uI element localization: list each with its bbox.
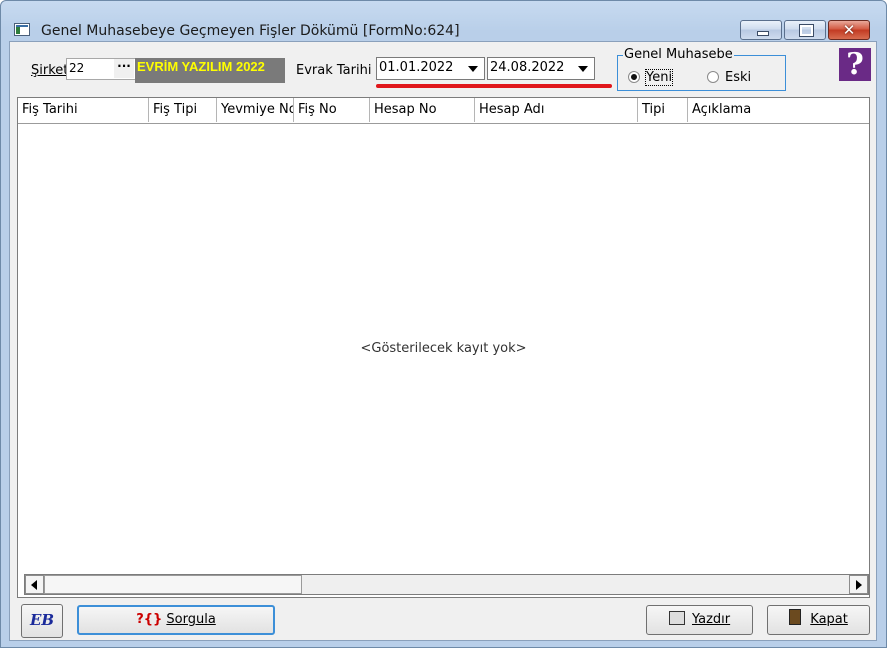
minimize-icon bbox=[741, 21, 781, 39]
scroll-left-icon[interactable] bbox=[25, 575, 44, 594]
company-lookup-button[interactable]: ··· bbox=[114, 59, 134, 78]
radio-old[interactable] bbox=[707, 71, 719, 83]
scroll-thumb[interactable] bbox=[44, 575, 302, 594]
print-button[interactable]: Yazdır bbox=[646, 605, 753, 635]
print-button-label: Yazdır bbox=[691, 612, 731, 627]
ledger-group-title: Genel Muhasebe bbox=[623, 47, 734, 62]
exit-door-icon bbox=[789, 609, 802, 625]
date-label: Evrak Tarihi bbox=[296, 63, 372, 78]
column-header-fis-tipi[interactable]: Fiş Tipi bbox=[149, 98, 217, 122]
company-name-display: EVRİM YAZILIM 2022 bbox=[135, 58, 285, 83]
form-client-area: Şirket 22 ··· EVRİM YAZILIM 2022 Evrak T… bbox=[9, 41, 877, 641]
radio-new[interactable] bbox=[628, 71, 640, 83]
dropdown-arrow-icon[interactable] bbox=[468, 66, 478, 72]
title-bar[interactable]: Genel Muhasebeye Geçmeyen Fişler Dökümü … bbox=[1, 1, 886, 40]
column-header-fis-tarihi[interactable]: Fiş Tarihi bbox=[18, 98, 149, 122]
company-label-text: Şirket bbox=[31, 63, 69, 78]
close-icon: ✕ bbox=[842, 21, 856, 39]
date-to-picker[interactable]: 24.08.2022 bbox=[487, 57, 595, 80]
close-button-label: Kapat bbox=[810, 612, 848, 627]
app-window: Genel Muhasebeye Geçmeyen Fişler Dökümü … bbox=[0, 0, 887, 648]
close-window-button[interactable]: ✕ bbox=[828, 20, 870, 40]
horizontal-scrollbar[interactable] bbox=[24, 574, 869, 595]
logo-icon: EB bbox=[29, 611, 55, 629]
empty-grid-message: <Gösterilecek kayıt yok> bbox=[360, 341, 527, 356]
query-button[interactable]: ?{} Sorgula bbox=[77, 605, 275, 635]
column-header-yevmiye-no[interactable]: Yevmiye No bbox=[217, 98, 294, 122]
highlight-underline bbox=[376, 84, 612, 88]
radio-old-label[interactable]: Eski bbox=[725, 70, 751, 85]
app-icon[interactable] bbox=[14, 23, 30, 36]
records-grid[interactable]: Fiş Tarihi Fiş Tipi Yevmiye No Fiş No He… bbox=[17, 97, 870, 598]
scroll-right-icon[interactable] bbox=[849, 575, 868, 594]
column-header-hesap-adi[interactable]: Hesap Adı bbox=[475, 98, 638, 122]
logo-button[interactable]: EB bbox=[21, 604, 63, 638]
maximize-button[interactable] bbox=[784, 20, 826, 40]
company-label: Şirket bbox=[31, 63, 68, 78]
column-header-fis-no[interactable]: Fiş No bbox=[294, 98, 370, 122]
column-header-tipi[interactable]: Tipi bbox=[638, 98, 688, 122]
date-from-value: 01.01.2022 bbox=[379, 60, 454, 75]
window-title: Genel Muhasebeye Geçmeyen Fişler Dökümü … bbox=[41, 23, 460, 39]
maximize-icon bbox=[785, 21, 825, 39]
column-header-hesap-no[interactable]: Hesap No bbox=[370, 98, 475, 122]
date-to-value: 24.08.2022 bbox=[490, 60, 565, 75]
radio-new-label[interactable]: Yeni bbox=[644, 69, 674, 86]
close-button[interactable]: Kapat bbox=[767, 605, 870, 635]
query-button-label: Sorgula bbox=[166, 612, 216, 627]
grid-header: Fiş Tarihi Fiş Tipi Yevmiye No Fiş No He… bbox=[18, 98, 869, 124]
dropdown-arrow-icon[interactable] bbox=[578, 66, 588, 72]
query-icon: ?{} bbox=[136, 612, 163, 627]
help-icon[interactable]: ? bbox=[839, 48, 871, 81]
date-from-picker[interactable]: 01.01.2022 bbox=[376, 57, 485, 80]
printer-icon bbox=[668, 611, 685, 625]
minimize-button[interactable] bbox=[740, 20, 782, 40]
column-header-aciklama[interactable]: Açıklama bbox=[688, 98, 869, 122]
